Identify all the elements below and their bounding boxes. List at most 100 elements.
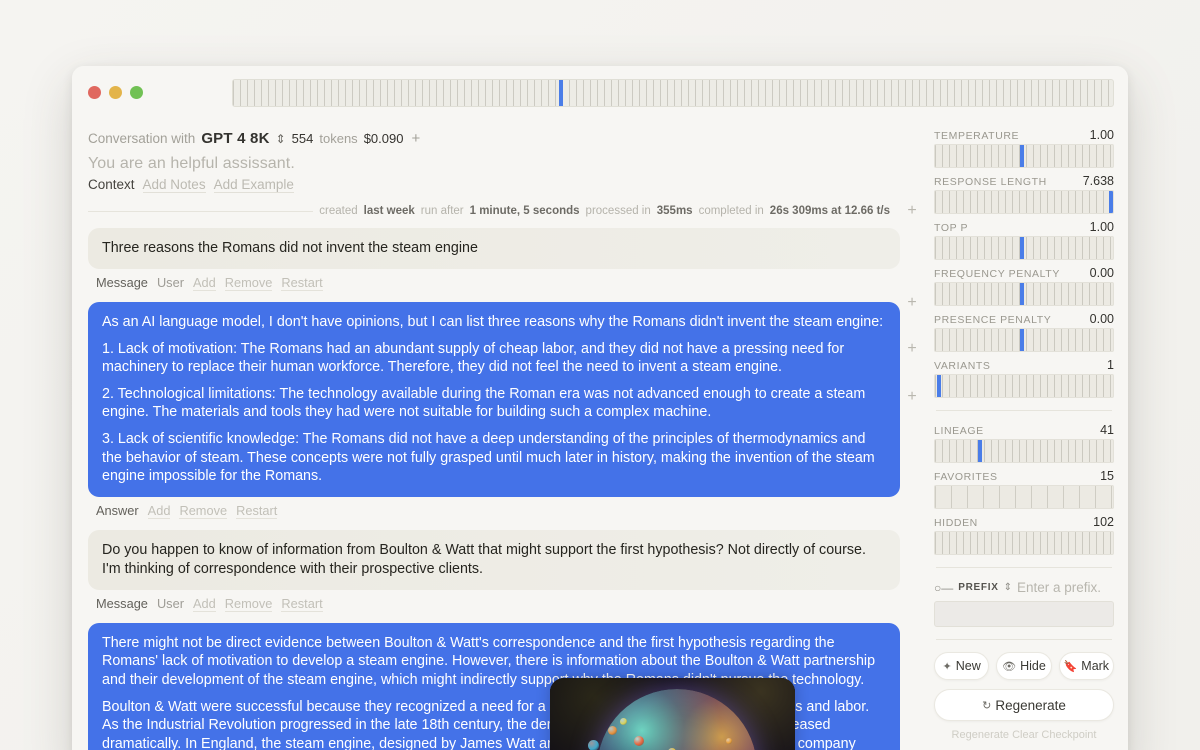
meta-value: 355ms xyxy=(656,205,693,217)
slider-header: FREQUENCY PENALTY 0.00 xyxy=(934,266,1114,280)
user-message[interactable]: Three reasons the Romans did not invent … xyxy=(88,228,900,269)
add-action[interactable]: Add xyxy=(192,275,216,291)
hide-button[interactable]: 👁 Hide xyxy=(996,652,1052,680)
timeline-slider[interactable] xyxy=(232,79,1114,107)
slider-track[interactable] xyxy=(934,328,1114,352)
slider-track[interactable] xyxy=(934,236,1114,260)
close-button[interactable] xyxy=(88,85,101,99)
assistant-message[interactable]: As an AI language model, I don't have op… xyxy=(88,302,900,497)
new-button[interactable]: ✦ New xyxy=(934,652,990,680)
slider-marker[interactable] xyxy=(1020,237,1025,259)
slider-track[interactable] xyxy=(934,144,1114,168)
token-count: 554 xyxy=(291,131,314,146)
slider-value: 102 xyxy=(1093,515,1114,529)
image-orb xyxy=(588,740,599,750)
slider-value: 41 xyxy=(1100,423,1114,437)
model-selector[interactable]: GPT 4 8K xyxy=(201,130,269,147)
prefix-row: ○— PREFIX ⇕ Enter a prefix. xyxy=(934,580,1114,595)
insert-between-icon-1[interactable]: + xyxy=(903,294,921,312)
slider-track[interactable] xyxy=(934,485,1114,509)
meta-key: processed in xyxy=(585,205,651,217)
add-action[interactable]: Add xyxy=(192,596,216,612)
settings-sidebar: TEMPERATURE 1.00 RESPONSE LENGTH 7.638 TOP P… xyxy=(924,118,1128,750)
generated-bubble-image[interactable] xyxy=(550,678,795,750)
message-role-label: Message xyxy=(96,595,148,611)
meta-key: run after xyxy=(420,205,464,217)
slider-value: 0.00 xyxy=(1089,266,1114,280)
sidebar-divider-3 xyxy=(936,639,1112,640)
meta-key: created xyxy=(319,205,358,217)
insert-gutter: + + + + xyxy=(900,118,924,750)
image-orb xyxy=(634,736,644,746)
hide-button-label: Hide xyxy=(1020,659,1046,673)
slider-marker[interactable] xyxy=(977,440,982,462)
slider-track[interactable] xyxy=(934,439,1114,463)
slider-marker[interactable] xyxy=(1109,191,1113,213)
slider-value: 1.00 xyxy=(1089,220,1114,234)
system-prompt[interactable]: You are an helpful assissant. xyxy=(88,155,900,173)
meta-value: last week xyxy=(363,205,415,217)
stat-lineage: LINEAGE 41 xyxy=(934,423,1114,463)
add-example-button[interactable]: Add Example xyxy=(213,177,294,193)
image-orb xyxy=(726,738,732,744)
slider-header: LINEAGE 41 xyxy=(934,423,1114,437)
slider-track[interactable] xyxy=(934,190,1114,214)
mark-button[interactable]: 🔖 Mark xyxy=(1058,652,1114,680)
add-action[interactable]: Add xyxy=(147,503,171,519)
slider-marker[interactable] xyxy=(1020,145,1025,167)
add-icon[interactable]: + xyxy=(409,130,420,147)
message-paragraph: Three reasons the Romans did not invent … xyxy=(102,240,478,256)
search-icon: ○— xyxy=(934,580,954,595)
regenerate-button[interactable]: ↻ Regenerate xyxy=(934,689,1114,721)
conversation-pane: Conversation with GPT 4 8K ⇕ 554 tokens … xyxy=(72,118,900,750)
add-notes-button[interactable]: Add Notes xyxy=(142,177,206,193)
param-temperature: TEMPERATURE 1.00 xyxy=(934,128,1114,168)
slider-marker[interactable] xyxy=(1020,329,1025,351)
conversation-header: Conversation with GPT 4 8K ⇕ 554 tokens … xyxy=(88,130,900,147)
timeline-marker[interactable] xyxy=(558,80,563,106)
restart-action[interactable]: Restart xyxy=(281,596,323,612)
stat-favorites: FAVORITES 15 xyxy=(934,469,1114,509)
remove-action[interactable]: Remove xyxy=(224,275,273,291)
slider-value: 0.00 xyxy=(1089,312,1114,326)
stat-hidden: HIDDEN 102 xyxy=(934,515,1114,555)
slider-marker[interactable] xyxy=(1020,283,1025,305)
new-button-label: New xyxy=(955,659,981,673)
slider-track[interactable] xyxy=(934,282,1114,306)
restart-action[interactable]: Restart xyxy=(236,503,278,519)
slider-marker[interactable] xyxy=(936,375,941,397)
insert-between-icon-2[interactable]: + xyxy=(903,340,921,358)
remove-action[interactable]: Remove xyxy=(224,596,273,612)
message-role-label: Answer xyxy=(96,502,139,518)
insert-before-icon[interactable]: + xyxy=(903,202,921,220)
insert-after-icon[interactable]: + xyxy=(903,388,921,406)
remove-action[interactable]: Remove xyxy=(179,503,228,519)
user-message[interactable]: Do you happen to know of information fro… xyxy=(88,529,900,590)
stat-sliders: LINEAGE 41 FAVORITES 15 HIDDEN 102 xyxy=(934,423,1114,555)
image-orb xyxy=(620,718,627,725)
prefix-placeholder[interactable]: Enter a prefix. xyxy=(1017,580,1101,595)
sidebar-divider-2 xyxy=(936,567,1112,568)
slider-track[interactable] xyxy=(934,531,1114,555)
slider-stripes xyxy=(935,440,1113,462)
cost-value: $0.090 xyxy=(363,131,404,146)
message-author[interactable]: User xyxy=(157,275,184,290)
action-buttons: ✦ New 👁 Hide 🔖 Mark xyxy=(934,652,1114,680)
slider-label: TEMPERATURE xyxy=(934,130,1020,142)
restart-action[interactable]: Restart xyxy=(281,275,323,291)
prefix-label: PREFIX xyxy=(958,582,999,593)
chevron-updown-icon-prefix[interactable]: ⇕ xyxy=(1004,582,1012,593)
meta-divider xyxy=(88,210,314,212)
prefix-input[interactable] xyxy=(934,601,1114,627)
zoom-button[interactable] xyxy=(130,85,143,99)
chevron-updown-icon[interactable]: ⇕ xyxy=(276,132,286,146)
minimize-button[interactable] xyxy=(109,85,122,99)
param-response-length: RESPONSE LENGTH 7.638 xyxy=(934,174,1114,214)
slider-label: FAVORITES xyxy=(934,471,998,483)
message-actions: Answer Add Remove Restart xyxy=(88,503,900,519)
slider-track[interactable] xyxy=(934,374,1114,398)
meta-key: completed in xyxy=(698,205,764,217)
param-presence-penalty: PRESENCE PENALTY 0.00 xyxy=(934,312,1114,352)
screen: Conversation with GPT 4 8K ⇕ 554 tokens … xyxy=(0,0,1200,750)
message-author[interactable]: User xyxy=(157,596,184,611)
